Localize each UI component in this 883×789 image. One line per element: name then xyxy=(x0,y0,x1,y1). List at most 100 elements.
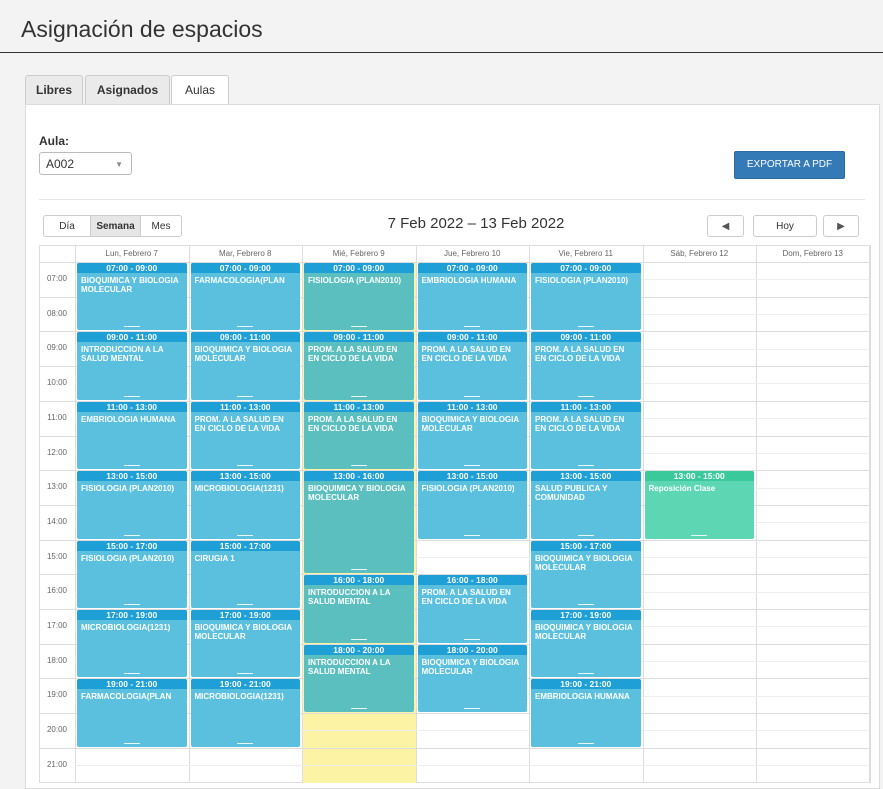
half-hour-line xyxy=(75,765,870,767)
calendar-event[interactable]: 09:00 - 11:00 INTRODUCCION A LA SALUD MEN… xyxy=(77,332,187,400)
calendar-event[interactable]: 16:00 - 18:00 PROM. A LA SALUD EN EN CICL… xyxy=(417,575,527,643)
calendar-event[interactable]: 13:00 - 15:00 MICROBIOLOGIA(1231) xyxy=(190,471,300,539)
event-title: FISIOLOGIA (PLAN2010) xyxy=(81,553,175,563)
resize-handle[interactable] xyxy=(577,742,594,744)
aula-select[interactable]: A002 ▼ xyxy=(39,152,132,175)
day-column-line xyxy=(756,245,757,783)
page-title: Asignación de espacios xyxy=(21,16,263,42)
resize-handle[interactable] xyxy=(237,603,254,605)
calendar-event[interactable]: 13:00 - 15:00 Reposición Clase xyxy=(644,471,754,539)
resize-handle[interactable] xyxy=(123,742,140,744)
calendar-event[interactable]: 19:00 - 21:00 MICROBIOLOGIA(1231) xyxy=(190,679,300,747)
event-title: FARMACOLOGIA(PLAN xyxy=(194,276,285,285)
calendar-event[interactable]: 19:00 - 21:00 FARMACOLOGIA(PLAN xyxy=(77,679,187,747)
resize-handle[interactable] xyxy=(464,395,481,397)
calendar-event[interactable]: 18:00 - 20:00 INTRODUCCION A LA SALUD MEN… xyxy=(304,644,414,713)
calendar-event[interactable]: 07:00 - 09:00 FISIOLOGIA (PLAN2010) xyxy=(304,263,414,331)
calendar-event[interactable]: 17:00 - 19:00 BIOQUIMICA Y BIOLOGIA MOLEC… xyxy=(531,610,641,678)
resize-handle[interactable] xyxy=(350,708,367,710)
day-column-line xyxy=(529,245,530,783)
resize-handle[interactable] xyxy=(350,569,367,571)
resize-handle[interactable] xyxy=(350,465,367,467)
calendar-event[interactable]: 07:00 - 09:00 FISIOLOGIA (PLAN2010) xyxy=(531,263,641,331)
time-label: 20:00 xyxy=(46,725,68,735)
event-title: BIOQUIMICA Y BIOLOGIA MOLECULAR xyxy=(194,623,292,641)
calendar-event[interactable]: 09:00 - 11:00 PROM. A LA SALUD EN EN CICL… xyxy=(304,332,414,400)
calendar-event[interactable]: 13:00 - 15:00 FISIOLOGIA (PLAN2010) xyxy=(77,471,187,539)
day-column-line xyxy=(642,245,644,783)
resize-handle[interactable] xyxy=(123,603,140,605)
resize-handle[interactable] xyxy=(237,742,254,744)
prev-week-button[interactable]: ◀ xyxy=(707,215,744,237)
tab-aulas[interactable]: Aulas xyxy=(171,75,229,106)
calendar-event[interactable]: 11:00 - 13:00 BIOQUIMICA Y BIOLOGIA MOLEC… xyxy=(417,401,527,470)
calendar-event[interactable]: 17:00 - 19:00 MICROBIOLOGIA(1231) xyxy=(77,610,187,678)
view-month-button[interactable]: Mes xyxy=(140,215,182,237)
calendar-event[interactable]: 07:00 - 09:00 BIOQUIMICA Y BIOLOGIA MOLEC… xyxy=(77,263,187,331)
calendar-event[interactable]: 15:00 - 17:00 FISIOLOGIA (PLAN2010) xyxy=(77,540,187,608)
calendar-event[interactable]: 11:00 - 13:00 PROM. A LA SALUD EN EN CICL… xyxy=(304,401,414,470)
resize-handle[interactable] xyxy=(577,395,594,397)
calendar-event[interactable]: 18:00 - 20:00 BIOQUIMICA Y BIOLOGIA MOLEC… xyxy=(417,644,527,713)
event-title: PROM. A LA SALUD EN EN CICLO DE LA VIDA xyxy=(194,414,284,433)
view-week-button[interactable]: Semana xyxy=(90,215,141,237)
event-time: 09:00 - 11:00 xyxy=(531,332,641,343)
export-pdf-button[interactable]: EXPORTAR A PDF xyxy=(734,151,845,179)
date-range: 7 Feb 2022 – 13 Feb 2022 xyxy=(387,215,565,232)
calendar-event[interactable]: 11:00 - 13:00 EMBRIOLOGIA HUMANA xyxy=(77,401,187,470)
tab-asignados[interactable]: Asignados xyxy=(85,75,170,104)
resize-handle[interactable] xyxy=(123,395,140,397)
chevron-down-icon: ▼ xyxy=(115,160,123,169)
event-time: 09:00 - 11:00 xyxy=(304,332,414,343)
event-title: INTRODUCCION A LA SALUD MENTAL xyxy=(81,345,164,364)
calendar-event[interactable]: 09:00 - 11:00 PROM. A LA SALUD EN EN CICL… xyxy=(417,332,527,400)
calendar-event[interactable]: 11:00 - 13:00 PROM. A LA SALUD EN EN CICL… xyxy=(531,401,641,470)
week-calendar: Lun, Febrero 7 Mar, Febrero 8 Mié, Febrero… xyxy=(39,245,871,785)
resize-handle[interactable] xyxy=(577,534,594,536)
resize-handle[interactable] xyxy=(123,326,140,328)
resize-handle[interactable] xyxy=(123,465,140,467)
resize-handle[interactable] xyxy=(237,326,254,328)
calendar-event[interactable]: 11:00 - 13:00 PROM. A LA SALUD EN EN CICL… xyxy=(190,401,300,470)
calendar-event[interactable]: 09:00 - 11:00 PROM. A LA SALUD EN EN CICL… xyxy=(531,332,641,400)
resize-handle[interactable] xyxy=(464,534,481,536)
calendar-event[interactable]: 17:00 - 19:00 BIOQUIMICA Y BIOLOGIA MOLEC… xyxy=(190,610,300,678)
resize-handle[interactable] xyxy=(237,395,254,397)
resize-handle[interactable] xyxy=(577,465,594,467)
calendar-event[interactable]: 13:00 - 15:00 SALUD PUBLICA Y COMUNIDAD xyxy=(531,471,641,539)
resize-handle[interactable] xyxy=(464,708,481,710)
event-title: BIOQUIMICA Y BIOLOGIA MOLECULAR xyxy=(308,484,406,503)
calendar-event[interactable]: 15:00 - 17:00 CIRUGIA 1 xyxy=(190,540,300,608)
resize-handle[interactable] xyxy=(464,465,481,467)
resize-handle[interactable] xyxy=(237,465,254,467)
resize-handle[interactable] xyxy=(464,326,481,328)
today-button[interactable]: Hoy xyxy=(753,215,817,237)
next-week-button[interactable]: ▶ xyxy=(823,215,859,237)
tab-libres[interactable]: Libres xyxy=(25,75,83,104)
resize-handle[interactable] xyxy=(464,638,481,640)
calendar-event[interactable]: 07:00 - 09:00 EMBRIOLOGIA HUMANA xyxy=(417,263,527,331)
event-title: BIOQUIMICA Y BIOLOGIA MOLECULAR xyxy=(535,623,633,641)
resize-handle[interactable] xyxy=(350,638,367,640)
event-title: FISIOLOGIA (PLAN2010) xyxy=(421,484,515,494)
resize-handle[interactable] xyxy=(237,534,254,536)
calendar-event[interactable]: 07:00 - 09:00 FARMACOLOGIA(PLAN xyxy=(190,263,300,331)
resize-handle[interactable] xyxy=(691,534,708,536)
calendar-event[interactable]: 09:00 - 11:00 BIOQUIMICA Y BIOLOGIA MOLEC… xyxy=(190,332,300,400)
event-time: 11:00 - 13:00 xyxy=(531,401,641,412)
event-time: 17:00 - 19:00 xyxy=(531,610,641,620)
resize-handle[interactable] xyxy=(123,673,140,675)
calendar-event[interactable]: 15:00 - 17:00 BIOQUIMICA Y BIOLOGIA MOLEC… xyxy=(531,540,641,608)
resize-handle[interactable] xyxy=(237,673,254,675)
resize-handle[interactable] xyxy=(123,534,140,536)
resize-handle[interactable] xyxy=(577,673,594,675)
resize-handle[interactable] xyxy=(577,326,594,328)
resize-handle[interactable] xyxy=(350,326,367,328)
calendar-event[interactable]: 16:00 - 18:00 INTRODUCCION A LA SALUD MEN… xyxy=(304,575,414,643)
calendar-event[interactable]: 19:00 - 21:00 EMBRIOLOGIA HUMANA xyxy=(531,679,641,747)
calendar-event[interactable]: 13:00 - 15:00 FISIOLOGIA (PLAN2010) xyxy=(417,471,527,539)
resize-handle[interactable] xyxy=(350,395,367,397)
resize-handle[interactable] xyxy=(577,603,594,605)
view-day-button[interactable]: Día xyxy=(43,215,91,237)
calendar-event[interactable]: 13:00 - 16:00 BIOQUIMICA Y BIOLOGIA MOLEC… xyxy=(304,471,414,574)
